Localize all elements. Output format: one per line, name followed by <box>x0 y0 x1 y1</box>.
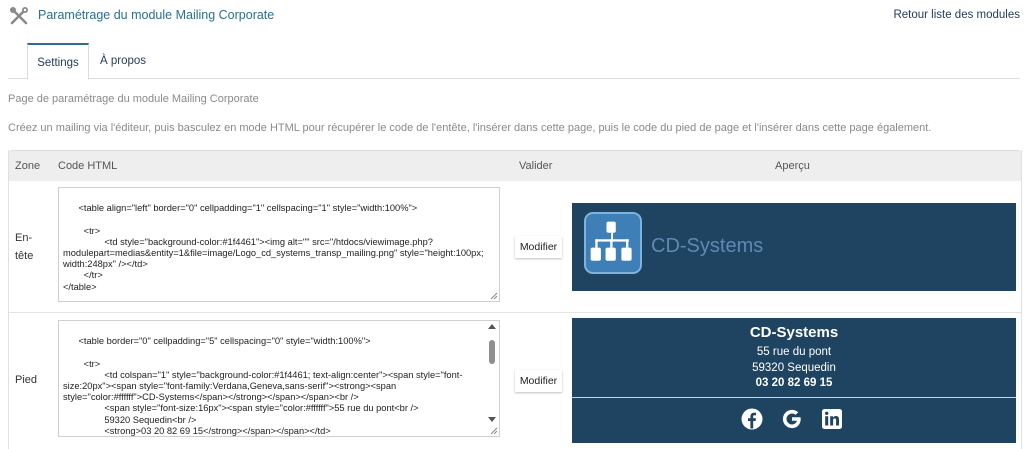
footer-company-name: CD-Systems <box>749 324 839 341</box>
top-bar: Paramétrage du module Mailing Corporate … <box>0 0 1024 34</box>
header-apercu: Aperçu <box>775 160 810 172</box>
footer-code-text: <table border="0" cellpadding="5" cellsp… <box>63 336 463 436</box>
header-code-textarea[interactable]: <table align="left" border="0" cellpaddi… <box>58 187 500 302</box>
footer-phone: 03 20 82 69 15 <box>755 377 833 389</box>
header-zone: Zone <box>15 160 41 172</box>
scroll-down-icon[interactable] <box>488 417 496 422</box>
table-row-footer: Pied <table border="0" cellpadding="5" c… <box>9 313 1021 449</box>
header-code: Code HTML <box>58 160 118 172</box>
footer-preview: CD-Systems 55 rue du pont 59320 Sequedin… <box>572 318 1016 443</box>
header-preview: CD-Systems <box>572 203 1016 291</box>
footer-divider <box>572 397 1016 398</box>
header-valider: Valider <box>519 160 553 172</box>
resize-handle-icon[interactable] <box>490 427 498 435</box>
scroll-up-icon[interactable] <box>488 324 496 329</box>
zone-label: Pied <box>15 374 38 386</box>
tab-about[interactable]: À propos <box>94 43 152 80</box>
logo-text: CD-Systems <box>651 235 764 257</box>
tab-bar: Settings À propos <box>8 43 1020 80</box>
modifier-footer-button[interactable]: Modifier <box>515 370 562 392</box>
page-description: Page de paramétrage du module Mailing Co… <box>8 93 259 105</box>
scroll-thumb[interactable] <box>489 340 495 364</box>
footer-city: 59320 Sequedin <box>752 362 836 374</box>
header-code-text: <table align="left" border="0" cellpaddi… <box>63 203 484 292</box>
back-to-modules-link[interactable]: Retour liste des modules <box>893 9 1020 21</box>
table-row-header: En-tête <table align="left" border="0" c… <box>9 181 1021 313</box>
settings-table: Zone Code HTML Valider Aperçu En-tête <t… <box>8 150 1022 449</box>
textarea-scrollbar[interactable] <box>486 322 498 422</box>
footer-code-textarea[interactable]: <table border="0" cellpadding="5" cellsp… <box>58 320 500 437</box>
tab-settings[interactable]: Settings <box>27 43 89 80</box>
tools-icon <box>10 7 28 25</box>
page-title: Paramétrage du module Mailing Corporate <box>38 8 275 22</box>
google-icon <box>782 409 801 429</box>
linkedin-icon <box>822 409 842 429</box>
zone-label: En-tête <box>15 232 34 262</box>
facebook-icon <box>741 408 763 430</box>
cd-systems-logo-icon <box>584 212 642 274</box>
footer-street: 55 rue du pont <box>756 346 832 358</box>
table-header: Zone Code HTML Valider Aperçu <box>9 150 1021 181</box>
resize-handle-icon[interactable] <box>490 292 498 300</box>
modifier-header-button[interactable]: Modifier <box>515 236 562 258</box>
instructions-text: Créez un mailing via l'éditeur, puis bas… <box>8 122 932 134</box>
